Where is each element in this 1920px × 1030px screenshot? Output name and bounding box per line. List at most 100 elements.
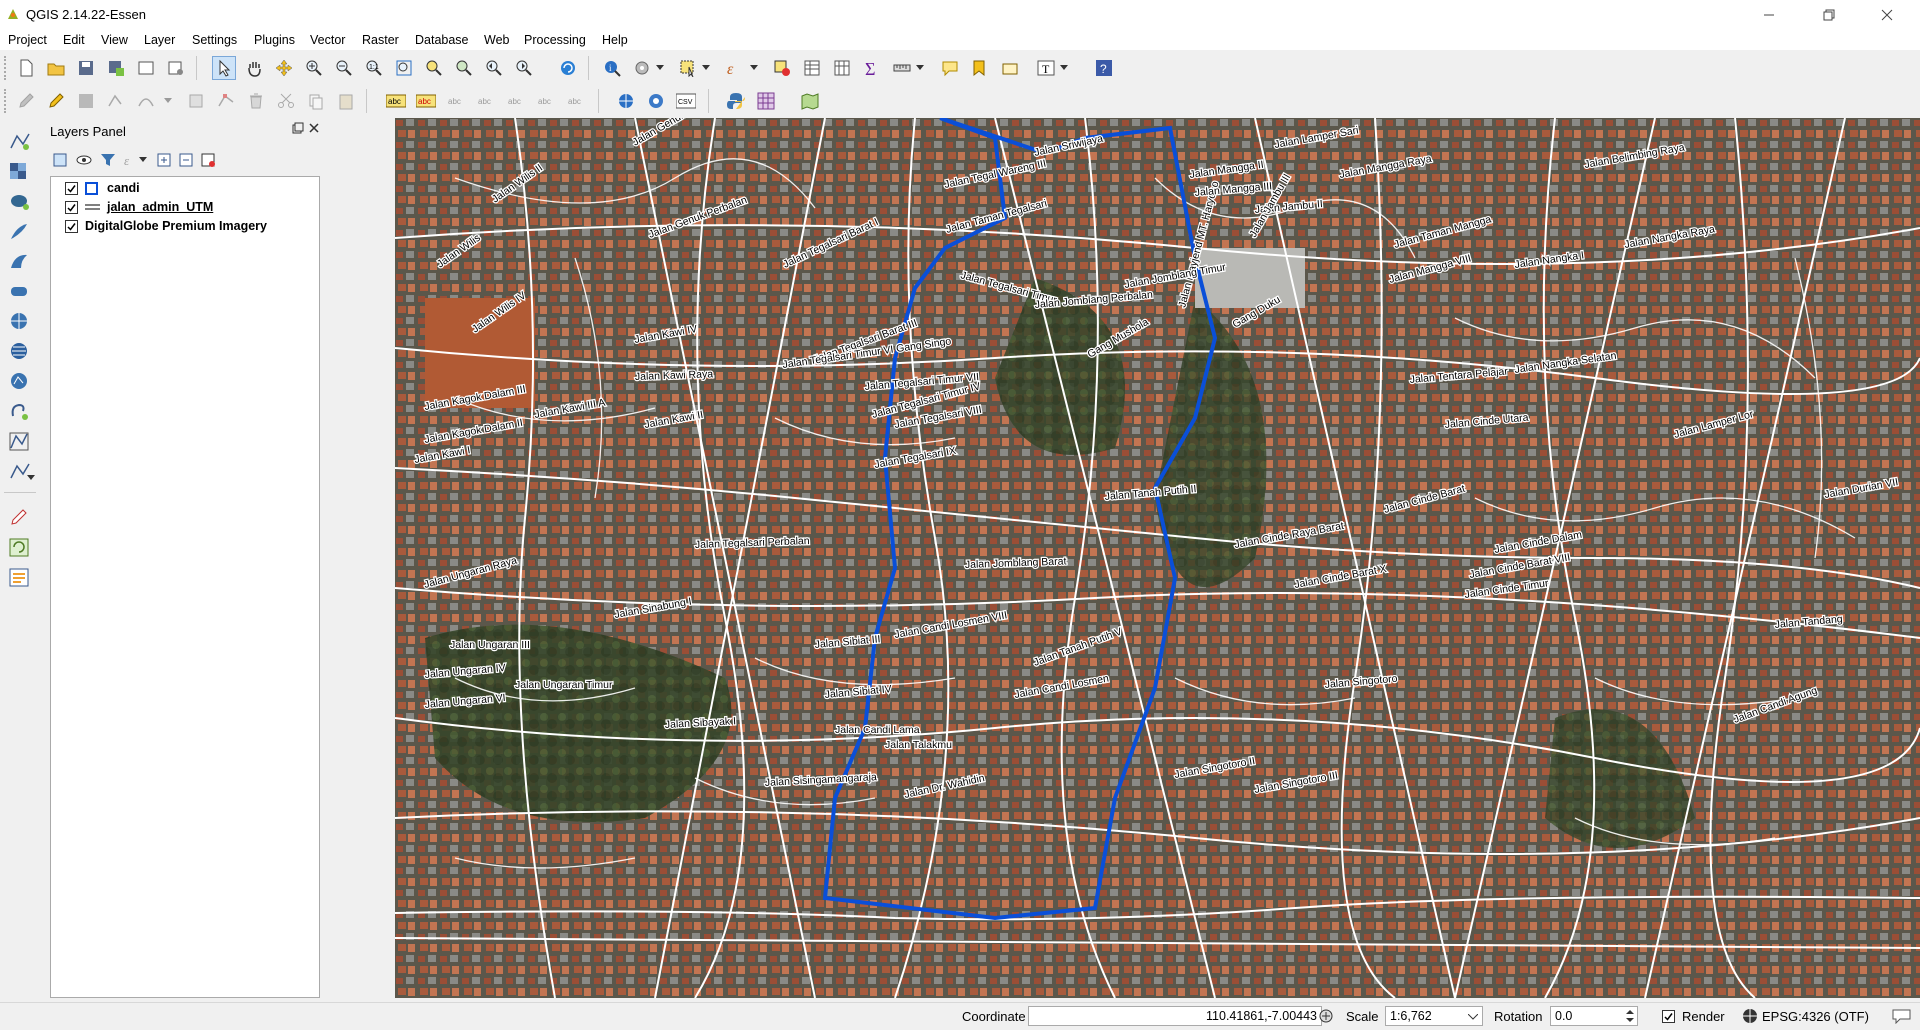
- new-print-composer-button[interactable]: [134, 56, 158, 80]
- field-calculator-button[interactable]: [830, 56, 854, 80]
- open-project-button[interactable]: [44, 56, 68, 80]
- add-raster-layer-button[interactable]: [8, 160, 32, 184]
- layer-diagram-button[interactable]: abc: [414, 89, 438, 113]
- zoom-to-selection-button[interactable]: [422, 56, 446, 80]
- menu-raster[interactable]: Raster: [362, 33, 399, 47]
- crs-label[interactable]: EPSG:4326 (OTF): [1762, 1009, 1869, 1024]
- map-canvas[interactable]: Jalan Sriwijaya Jalan Mayjend MT. Haryon…: [395, 118, 1920, 998]
- menu-view[interactable]: View: [101, 33, 128, 47]
- filter-legend-button[interactable]: [98, 148, 118, 172]
- remove-layer-button[interactable]: [198, 148, 218, 172]
- annotation-dropdown[interactable]: [1058, 56, 1070, 80]
- add-vector-layer-button[interactable]: [8, 130, 32, 154]
- pan-to-selection-button[interactable]: [272, 56, 296, 80]
- select-dropdown[interactable]: [700, 56, 712, 80]
- current-edits-button[interactable]: [14, 89, 38, 113]
- geo-plugin-button[interactable]: [798, 89, 822, 113]
- zoom-in-button[interactable]: [302, 56, 326, 80]
- measure-button[interactable]: [890, 56, 914, 80]
- coordinate-field[interactable]: [1028, 1006, 1322, 1026]
- menu-plugins[interactable]: Plugins: [254, 33, 295, 47]
- restore-button[interactable]: [1806, 0, 1852, 30]
- close-panel-button[interactable]: [308, 122, 320, 134]
- zoom-actual-size-button[interactable]: 1:1: [362, 56, 386, 80]
- zoom-full-button[interactable]: [392, 56, 416, 80]
- scale-combobox[interactable]: 1:6,762: [1385, 1006, 1483, 1026]
- add-wms-layer-button[interactable]: [8, 310, 32, 334]
- move-feature-button[interactable]: [184, 89, 208, 113]
- add-mssql-layer-button[interactable]: [8, 250, 32, 274]
- new-project-button[interactable]: [14, 56, 38, 80]
- new-layer-dropdown[interactable]: [26, 466, 36, 490]
- wms-search-button[interactable]: [614, 89, 638, 113]
- plugin-grid-button[interactable]: [754, 89, 778, 113]
- statistical-summary-button[interactable]: Σ: [860, 56, 884, 80]
- minimize-button[interactable]: [1746, 0, 1792, 30]
- menu-database[interactable]: Database: [415, 33, 469, 47]
- filter-dropdown[interactable]: [138, 148, 148, 172]
- collapse-all-button[interactable]: [176, 148, 196, 172]
- circular-dropdown[interactable]: [162, 89, 174, 113]
- add-group-button[interactable]: [74, 148, 94, 172]
- show-bookmarks-button[interactable]: [998, 56, 1022, 80]
- attribute-table-button[interactable]: [800, 56, 824, 80]
- help-button[interactable]: ?: [1092, 56, 1116, 80]
- menu-vector[interactable]: Vector: [310, 33, 345, 47]
- map-tips-button[interactable]: [938, 56, 962, 80]
- deselect-all-button[interactable]: [770, 56, 794, 80]
- text-annotation-button[interactable]: T: [1034, 56, 1058, 80]
- expression-dropdown[interactable]: [748, 56, 760, 80]
- new-shapefile-button[interactable]: [8, 430, 32, 454]
- menu-settings[interactable]: Settings: [192, 33, 237, 47]
- zoom-next-button[interactable]: [512, 56, 536, 80]
- add-delimited-text-button[interactable]: [8, 400, 32, 424]
- filter-expression-button[interactable]: ε: [120, 148, 140, 172]
- rotate-label-button[interactable]: abc: [534, 89, 558, 113]
- menu-web[interactable]: Web: [484, 33, 509, 47]
- menu-layer[interactable]: Layer: [144, 33, 175, 47]
- paste-features-button[interactable]: [334, 89, 358, 113]
- undock-button[interactable]: [292, 122, 304, 134]
- open-layer-styling-button[interactable]: [50, 148, 70, 172]
- action-dropdown[interactable]: [654, 56, 666, 80]
- csv-import-button[interactable]: CSV: [674, 89, 698, 113]
- add-circular-string-button[interactable]: [134, 89, 158, 113]
- messages-button[interactable]: [1892, 1008, 1912, 1025]
- add-wcs-layer-button[interactable]: [8, 340, 32, 364]
- layer-properties-button[interactable]: [8, 566, 32, 590]
- toggle-editing-button[interactable]: [44, 89, 68, 113]
- menu-help[interactable]: Help: [602, 33, 628, 47]
- select-by-expression-button[interactable]: ε: [722, 56, 746, 80]
- refresh-button[interactable]: [556, 56, 580, 80]
- layer-visibility-checkbox[interactable]: [65, 200, 78, 214]
- add-oracle-layer-button[interactable]: [8, 280, 32, 304]
- action-button[interactable]: [630, 56, 654, 80]
- pin-labels-button[interactable]: abc: [444, 89, 468, 113]
- panel-splitter[interactable]: [388, 118, 395, 1002]
- layer-item-digitalglobe-imagery[interactable]: DigitalGlobe Premium Imagery: [65, 217, 267, 235]
- menu-processing[interactable]: Processing: [524, 33, 586, 47]
- new-bookmark-button[interactable]: [968, 56, 992, 80]
- add-spatialite-layer-button[interactable]: [8, 220, 32, 244]
- measure-dropdown[interactable]: [914, 56, 926, 80]
- layer-visibility-checkbox[interactable]: [65, 219, 78, 233]
- metasearch-button[interactable]: [644, 89, 668, 113]
- move-label-button[interactable]: abc: [504, 89, 528, 113]
- layer-visibility-checkbox[interactable]: [65, 181, 78, 195]
- zoom-last-button[interactable]: [482, 56, 506, 80]
- add-postgis-layer-button[interactable]: [8, 190, 32, 214]
- layer-labeling-button[interactable]: abc: [384, 89, 408, 113]
- copy-features-button[interactable]: [304, 89, 328, 113]
- composer-manager-button[interactable]: [164, 56, 188, 80]
- identify-button[interactable]: i: [600, 56, 624, 80]
- add-feature-button[interactable]: [104, 89, 128, 113]
- menu-project[interactable]: Project: [8, 33, 47, 47]
- touch-zoom-button[interactable]: [212, 56, 236, 80]
- toolbar-grip[interactable]: [4, 56, 10, 80]
- delete-selected-button[interactable]: [244, 89, 268, 113]
- save-as-button[interactable]: [104, 56, 128, 80]
- map-rendering[interactable]: Jalan Sriwijaya Jalan Mayjend MT. Haryon…: [395, 118, 1920, 998]
- python-console-button[interactable]: [724, 89, 748, 113]
- menu-edit[interactable]: Edit: [63, 33, 85, 47]
- rotation-spinbox[interactable]: 0.0: [1550, 1006, 1638, 1026]
